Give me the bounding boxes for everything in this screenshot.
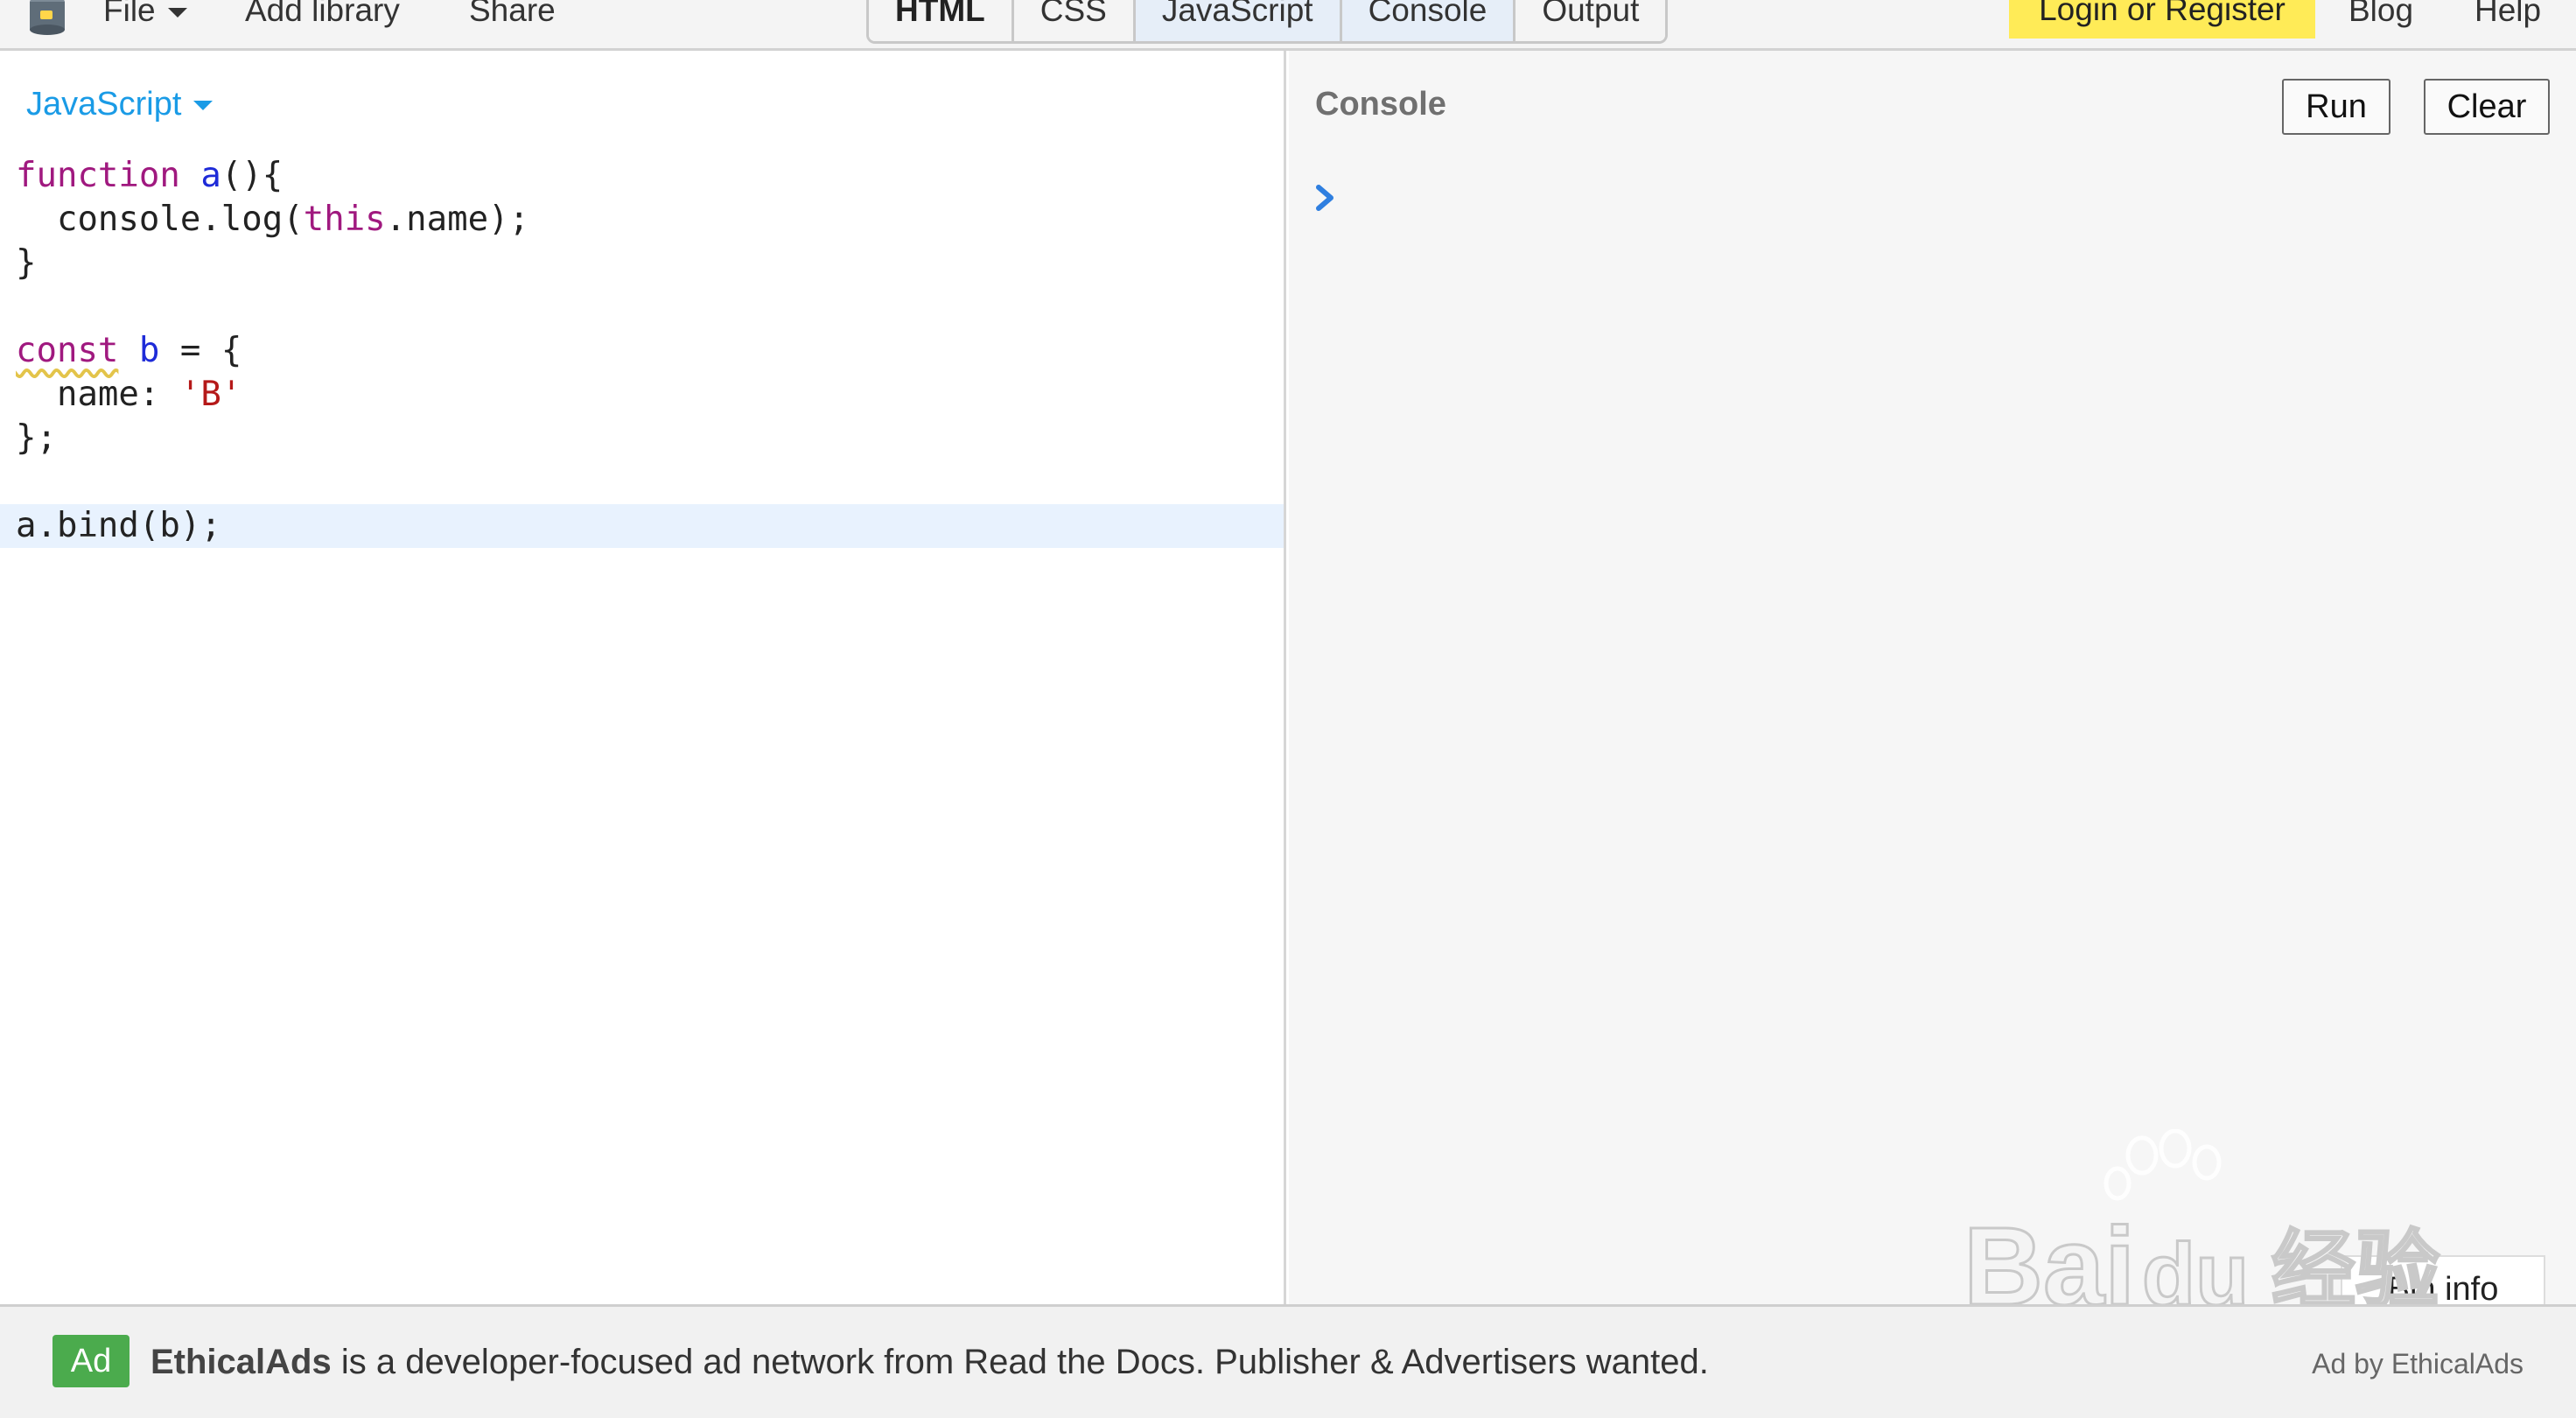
code-line[interactable] (0, 460, 1284, 504)
caret-down-icon (193, 101, 214, 111)
caret-down-icon (167, 7, 187, 18)
language-select-label: JavaScript (26, 86, 182, 123)
code-token: .name); (385, 200, 530, 239)
help-link[interactable]: Help (2474, 0, 2541, 32)
code-token: function (16, 156, 180, 195)
code-token: console.log( (16, 200, 304, 239)
code-token: name: (16, 375, 180, 414)
ad-brand[interactable]: EthicalAds (150, 1343, 332, 1381)
file-menu-label: File (103, 0, 156, 28)
code-token: b (138, 331, 160, 370)
code-token: (){ (220, 156, 284, 195)
code-line[interactable] (0, 285, 1284, 329)
tab-css[interactable]: CSS (1013, 0, 1136, 41)
code-editor[interactable]: function a(){ console.log(this.name);} c… (0, 154, 1284, 548)
tab-output[interactable]: Output (1516, 0, 1666, 41)
language-select[interactable]: JavaScript (26, 84, 214, 124)
code-token: const (16, 331, 119, 370)
code-token: this (303, 200, 386, 239)
run-button[interactable]: Run (2282, 79, 2390, 135)
code-token: a (200, 156, 221, 195)
chevron-right-icon[interactable] (1313, 180, 1338, 215)
ad-bar: Ad EthicalAds is a developer-focused ad … (0, 1304, 2576, 1418)
javascript-editor-pane: JavaScript function a(){ console.log(thi… (0, 51, 1286, 1304)
ad-badge: Ad (52, 1335, 130, 1387)
code-line[interactable]: console.log(this.name); (0, 198, 1284, 242)
code-line[interactable]: }; (0, 417, 1284, 460)
ad-description: is a developer-focused ad network from R… (331, 1343, 1709, 1381)
ad-by-link[interactable]: Ad by EthicalAds (2312, 1345, 2524, 1382)
ad-text[interactable]: EthicalAds is a developer-focused ad net… (150, 1340, 1709, 1384)
panel-tabs: HTML CSS JavaScript Console Output (866, 0, 1669, 44)
tab-javascript[interactable]: JavaScript (1135, 0, 1342, 41)
tab-html[interactable]: HTML (869, 0, 1014, 41)
console-title: Console (1315, 86, 1446, 123)
blog-link[interactable]: Blog (2348, 0, 2413, 32)
code-token: a.bind(b); (16, 506, 221, 545)
bin-info-button[interactable]: Bin info (2341, 1255, 2545, 1308)
file-menu[interactable]: File (103, 0, 187, 32)
share-menu[interactable]: Share (469, 0, 556, 32)
code-line[interactable]: } (0, 242, 1284, 285)
code-line[interactable]: function a(){ (0, 154, 1284, 198)
console-pane: Console Run Clear Bin info (1289, 51, 2576, 1308)
code-token: 'B' (179, 375, 242, 414)
code-token: }; (16, 418, 57, 458)
add-library-menu[interactable]: Add library (245, 0, 400, 32)
tab-console[interactable]: Console (1341, 0, 1516, 41)
code-line[interactable]: const b = { (0, 329, 1284, 373)
login-register-button[interactable]: Login or Register (2009, 0, 2315, 39)
top-toolbar: File Add library Share HTML CSS JavaScri… (0, 0, 2576, 51)
code-token: = { (159, 331, 242, 370)
code-line[interactable]: name: 'B' (0, 373, 1284, 417)
clear-button[interactable]: Clear (2424, 79, 2550, 135)
code-token: } (16, 243, 37, 283)
jsbin-logo-icon[interactable] (26, 0, 68, 35)
code-line[interactable]: a.bind(b); (0, 504, 1284, 548)
